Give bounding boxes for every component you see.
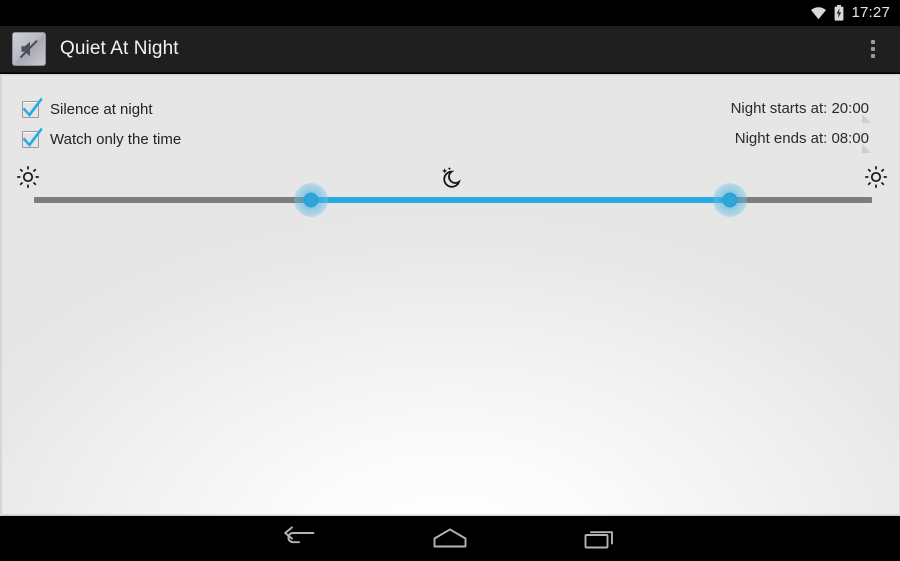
- home-icon[interactable]: [375, 516, 525, 561]
- night-end-value[interactable]: Night ends at: 08:00: [731, 124, 872, 154]
- option-watch-only-the-time[interactable]: Watch only the time: [22, 124, 181, 154]
- checkbox-silence-at-night[interactable]: [22, 97, 43, 118]
- sun-icon: [16, 165, 40, 194]
- slider-track[interactable]: [34, 183, 872, 217]
- times-column: Night starts at: 20:00 Night ends at: 08…: [731, 94, 872, 154]
- slider-thumb-night-start[interactable]: [293, 183, 328, 217]
- back-arrow-icon[interactable]: [225, 516, 375, 561]
- app-title: Quiet At Night: [60, 38, 179, 59]
- option-label: Watch only the time: [50, 130, 182, 148]
- status-bar: 17:27: [0, 0, 900, 26]
- slider-thumb-night-end[interactable]: [712, 183, 747, 217]
- wifi-icon: [810, 6, 827, 20]
- option-label: Silence at night: [50, 100, 153, 118]
- slider-track-fill: [310, 197, 730, 203]
- options-column: Silence at night Watch only the time: [22, 94, 181, 154]
- overflow-menu-icon[interactable]: [860, 29, 886, 69]
- app-bar: Quiet At Night: [0, 26, 900, 73]
- checkmark-icon: [22, 97, 43, 117]
- checkbox-watch-only-the-time[interactable]: [22, 127, 43, 148]
- battery-charging-icon: [834, 5, 844, 21]
- recents-icon[interactable]: [525, 516, 675, 561]
- sun-icon: [864, 165, 888, 194]
- checkmark-icon: [22, 127, 43, 147]
- night-range-slider[interactable]: [2, 156, 899, 217]
- status-clock: 17:27: [851, 4, 890, 21]
- mute-speaker-icon: [12, 32, 46, 66]
- night-start-value[interactable]: Night starts at: 20:00: [731, 94, 872, 124]
- moon-stars-icon: [439, 166, 465, 195]
- content-area: Silence at night Watch only the time Nig…: [0, 74, 900, 516]
- navigation-bar: [0, 516, 900, 561]
- option-silence-at-night[interactable]: Silence at night: [22, 94, 181, 124]
- android-screen: 17:27 Quiet At Night Silence at night Wa…: [0, 0, 900, 561]
